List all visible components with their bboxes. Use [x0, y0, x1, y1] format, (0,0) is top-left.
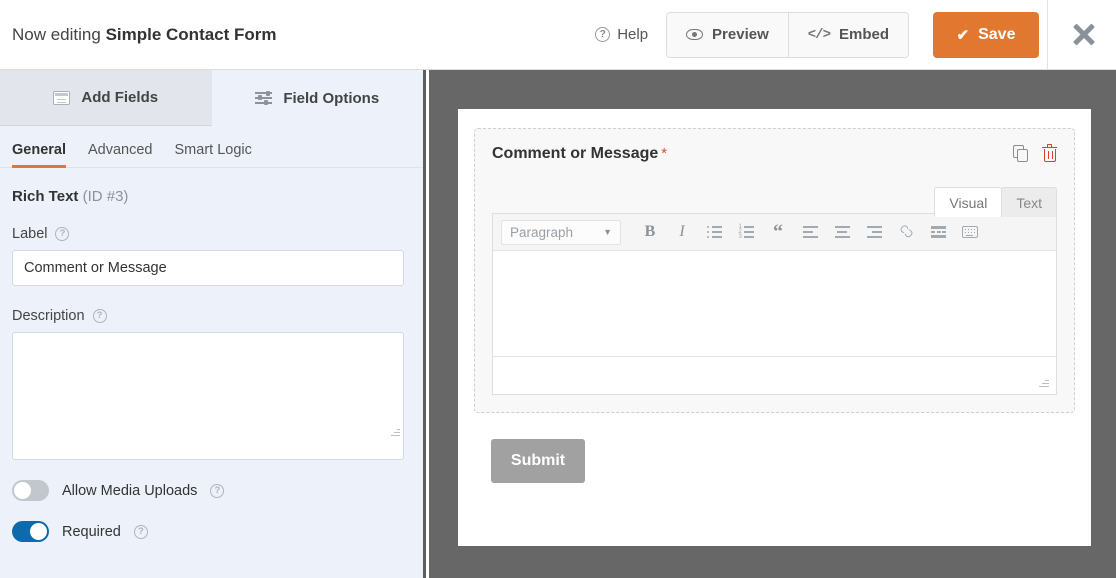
- help-hint-icon[interactable]: ?: [92, 309, 107, 323]
- fields-list-icon: [53, 90, 71, 105]
- label-field-heading: Label ?: [12, 226, 401, 242]
- preview-button[interactable]: Preview: [667, 12, 788, 57]
- subtab-general[interactable]: General: [12, 142, 77, 168]
- form-name: Simple Contact Form: [105, 24, 277, 44]
- label-input[interactable]: [12, 250, 404, 286]
- preview-label: Preview: [712, 26, 769, 43]
- editor-status-bar: [493, 356, 1056, 394]
- save-button[interactable]: ✔ Save: [933, 11, 1039, 58]
- description-heading-text: Description: [12, 308, 85, 324]
- tab-visual[interactable]: Visual: [934, 187, 1003, 217]
- help-hint-icon[interactable]: ?: [55, 227, 70, 241]
- tab-add-fields[interactable]: Add Fields: [0, 70, 212, 126]
- submit-button[interactable]: Submit: [491, 439, 585, 483]
- save-label: Save: [978, 25, 1016, 43]
- top-bar-actions: ? Help Preview </> Embed ✔ Save: [595, 0, 1116, 70]
- allow-media-uploads-row: Allow Media Uploads ?: [12, 480, 401, 501]
- page-title: Now editing Simple Contact Form: [12, 25, 277, 45]
- keyboard-shortcuts-icon[interactable]: [955, 219, 985, 246]
- required-asterisk: *: [661, 145, 668, 162]
- description-wrap: [12, 332, 404, 460]
- editor-toolbar: Paragraph ▼ B I 123 “: [493, 214, 1056, 251]
- read-more-icon[interactable]: [923, 219, 953, 246]
- help-hint-icon[interactable]: ?: [210, 483, 225, 498]
- chevron-down-icon: ▼: [603, 227, 612, 237]
- field-preview-header: Comment or Message *: [492, 144, 1057, 163]
- link-icon[interactable]: [891, 219, 921, 246]
- field-preview-actions: [1013, 144, 1057, 163]
- panel-tabs: Add Fields Field Options: [0, 70, 423, 126]
- allow-media-uploads-label: Allow Media Uploads: [62, 482, 198, 499]
- top-bar-divider: [1047, 0, 1048, 70]
- bulleted-list-icon[interactable]: [699, 219, 729, 246]
- sliders-icon: [255, 90, 273, 105]
- rich-text-field-preview[interactable]: Comment or Message * Visual Text Paragrap…: [474, 128, 1075, 413]
- required-toggle[interactable]: [12, 521, 49, 542]
- field-preview-label-wrap: Comment or Message *: [492, 145, 667, 163]
- description-textarea[interactable]: [12, 332, 404, 460]
- bold-icon[interactable]: B: [635, 219, 665, 246]
- format-select[interactable]: Paragraph ▼: [501, 219, 621, 245]
- delete-field-icon[interactable]: [1042, 144, 1057, 163]
- help-hint-icon[interactable]: ?: [133, 524, 148, 539]
- check-icon: ✔: [956, 26, 970, 44]
- preview-embed-group: Preview </> Embed: [666, 11, 909, 58]
- tab-text[interactable]: Text: [1001, 187, 1057, 217]
- allow-media-uploads-toggle[interactable]: [12, 480, 49, 501]
- code-brackets-icon: </>: [807, 26, 831, 43]
- align-right-icon[interactable]: [859, 219, 889, 246]
- required-row: Required ?: [12, 521, 401, 542]
- builder-sidebar: Add Fields Field Options General Advance…: [0, 70, 426, 578]
- question-mark-icon: ?: [595, 27, 611, 42]
- field-id: (ID #3): [82, 188, 129, 205]
- field-preview-label: Comment or Message: [492, 145, 659, 162]
- duplicate-field-icon[interactable]: [1013, 145, 1030, 163]
- help-label: Help: [617, 26, 649, 43]
- required-label: Required: [62, 523, 121, 540]
- tab-field-options[interactable]: Field Options: [211, 70, 423, 126]
- format-select-value: Paragraph: [510, 224, 574, 240]
- tab-field-options-label: Field Options: [283, 89, 380, 107]
- rich-text-editor: Paragraph ▼ B I 123 “: [492, 213, 1057, 395]
- label-heading-text: Label: [12, 226, 48, 242]
- close-icon[interactable]: [1070, 21, 1098, 49]
- top-bar: Now editing Simple Contact Form ? Help P…: [0, 0, 1116, 70]
- tab-add-fields-label: Add Fields: [81, 89, 159, 106]
- description-field-heading: Description ?: [12, 308, 401, 324]
- help-button[interactable]: ? Help: [595, 26, 648, 43]
- editor-mode-tabs: Visual Text: [934, 187, 1057, 217]
- field-options-body: Rich Text (ID #3) Label ? Description ? …: [0, 168, 423, 542]
- subtab-smart-logic[interactable]: Smart Logic: [164, 142, 263, 167]
- subtab-advanced[interactable]: Advanced: [77, 142, 164, 167]
- form-preview-pane: Comment or Message * Visual Text Paragrap…: [429, 70, 1116, 578]
- eye-icon: [686, 29, 704, 40]
- numbered-list-icon[interactable]: 123: [731, 219, 761, 246]
- editor-resize-handle-icon[interactable]: [1039, 377, 1049, 387]
- editing-prefix: Now editing: [12, 24, 101, 44]
- italic-icon[interactable]: I: [667, 219, 697, 246]
- editor-content-area[interactable]: [493, 251, 1056, 356]
- field-type-heading: Rich Text (ID #3): [12, 188, 401, 205]
- align-left-icon[interactable]: [795, 219, 825, 246]
- align-center-icon[interactable]: [827, 219, 857, 246]
- blockquote-icon[interactable]: “: [763, 219, 793, 246]
- field-type-name: Rich Text: [12, 188, 79, 205]
- embed-label: Embed: [838, 26, 889, 43]
- embed-button[interactable]: </> Embed: [787, 12, 908, 57]
- form-preview-card: Comment or Message * Visual Text Paragrap…: [458, 109, 1091, 546]
- option-subtabs: General Advanced Smart Logic: [0, 126, 423, 168]
